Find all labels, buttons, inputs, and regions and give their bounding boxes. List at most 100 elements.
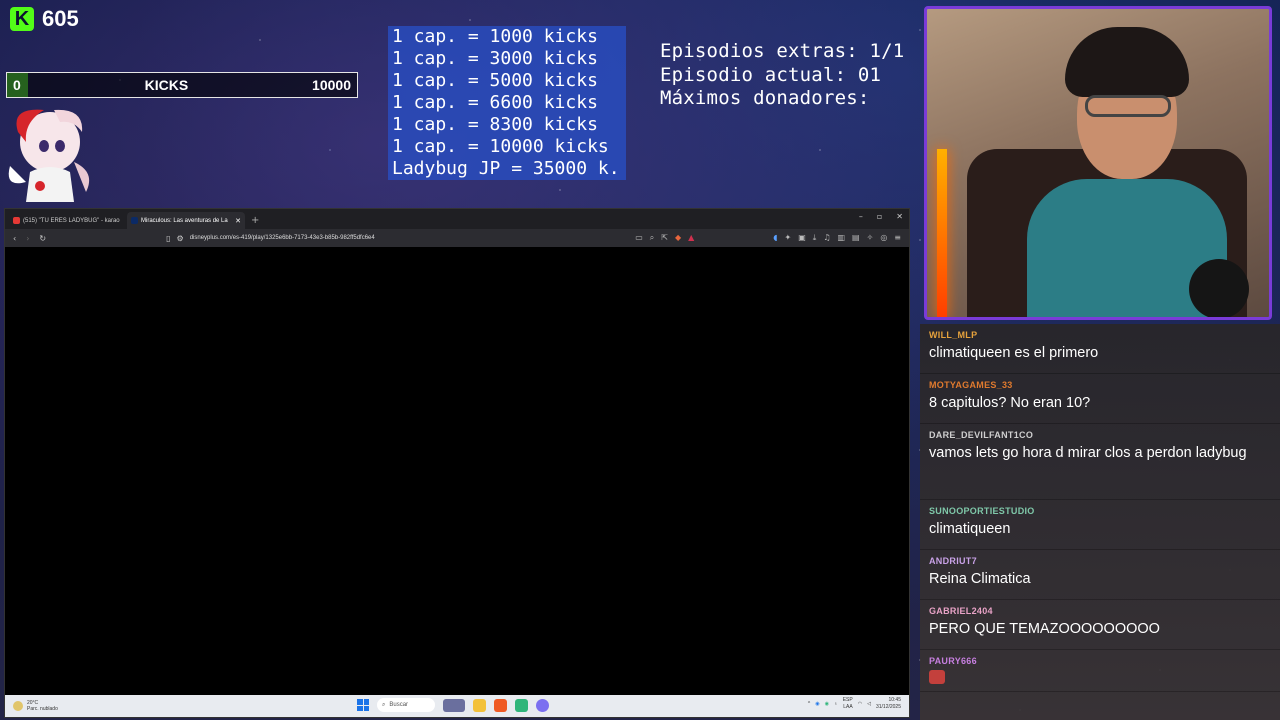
brave-shield-icon[interactable]: ◆ [675,233,681,243]
language-indicator[interactable]: ESP LAA [843,697,853,711]
search-icon: ⌕ [382,701,386,708]
episode-info: Episodios extras: 1/1 Episodio actual: 0… [660,40,904,111]
address-toolbar: ‹ › ↻ ▯ ⚙ disneyplus.com/es-419/play/132… [5,229,909,247]
task-view-app[interactable] [443,698,465,712]
weather-desc: Parc. nublado [27,706,58,712]
clock[interactable]: 10:45 31/12/2025 [876,697,901,711]
kick-count: 605 [42,6,79,31]
cast-icon[interactable]: ▭ [635,233,643,243]
share-icon[interactable]: ⇱ [661,233,668,243]
browser-tab-disney[interactable]: Miraculous: Las aventuras de La ✕ [127,212,245,229]
download-icon[interactable]: ⤓ [813,233,817,243]
chat-message: GABRIEL2404 PERO QUE TEMAZOOOOOOOOO [920,602,1280,650]
goal-line: 1 cap. = 10000 kicks [392,136,609,157]
wifi-icon[interactable]: ◠ [858,701,862,707]
windows-taskbar: 20°C Parc. nublado ⌕ Buscar ^ ◉ ◉ ♁ ESP … [5,695,909,717]
url-text: disneyplus.com/es-419/play/1325e6bb-7173… [189,235,375,241]
chat-panel: WILL_MLP climatiqueen es el primero MOTY… [920,324,1280,720]
close-tab-icon[interactable]: ✕ [235,217,241,225]
menu-icon[interactable]: ≡ [894,233,901,243]
media-icon[interactable]: ♫ [823,233,830,243]
screenshot-icon[interactable]: ▣ [798,233,806,243]
weather-widget[interactable]: 20°C Parc. nublado [5,700,58,712]
weather-icon [13,701,23,711]
bookmark-icon[interactable]: ▯ [166,234,170,243]
browser-tab-youtube[interactable]: (515) "TU ERES LADYBUG" - karao [9,212,127,229]
green-app[interactable] [515,698,528,712]
mic-tray-icon[interactable]: ♁ [834,701,838,707]
neon-light [937,149,947,317]
extensions-icon[interactable]: ✦ [785,233,792,243]
video-player[interactable] [5,247,909,695]
chat-message: WILL_MLP climatiqueen es el primero [920,326,1280,374]
streamer-hair [1065,27,1189,97]
goal-line: 1 cap. = 3000 kicks [392,48,598,69]
chat-username[interactable]: MOTYAGAMES_33 [929,380,1271,390]
minimize-button[interactable]: – [859,212,863,221]
chat-message: SUNOOPORTIESTUDIO climatiqueen [920,502,1280,550]
stream-overlay: K 605 0 KICKS 10000 1 cap. = 1000 kicks … [0,0,1280,720]
chat-message: MOTYAGAMES_33 8 capitulos? No eran 10? [920,376,1280,424]
file-explorer-app[interactable] [473,698,486,712]
chat-username[interactable]: GABRIEL2404 [929,606,1271,616]
chat-text: climatiqueen es el primero [929,345,1099,361]
streamer-glasses [1085,95,1171,117]
rewards-icon[interactable]: ▲ [688,233,694,243]
chat-message: PAURY666 [920,652,1280,692]
maximize-button[interactable]: ▫ [877,212,882,221]
lang-top: ESP [842,697,853,703]
current-episode: Episodio actual: 01 [660,63,882,86]
leo-icon[interactable]: ✧ [867,233,874,243]
audio-icon[interactable]: ◖ [773,233,777,243]
goal-line: 1 cap. = 5000 kicks [392,70,598,91]
chat-username[interactable]: ANDRIUT7 [929,556,1271,566]
chat-emote-icon [929,670,945,684]
url-field[interactable]: ▯ ⚙ disneyplus.com/es-419/play/1325e6bb-… [166,231,586,245]
forward-arrow-icon[interactable]: › [26,234,29,243]
chat-username[interactable]: SUNOOPORTIESTUDIO [929,506,1271,516]
mascot-sticker [8,109,90,202]
tab-title: Miraculous: Las aventuras de La [141,217,228,224]
kick-logo-icon: K [10,7,34,31]
disney-favicon-icon [131,217,138,224]
kick-counter: K 605 [10,6,79,32]
clock-time: 10:45 [888,697,901,703]
new-tab-button[interactable]: + [245,212,265,229]
discord-app[interactable] [536,698,549,712]
search-placeholder: Buscar [389,702,409,708]
wallet-icon[interactable]: ▤ [852,233,860,243]
zoom-icon[interactable]: ⌕ [650,233,654,243]
reload-icon[interactable]: ↻ [39,234,46,243]
start-button[interactable] [357,699,369,711]
taskbar-apps: ⌕ Buscar [357,698,549,712]
brave-browser-app[interactable] [494,698,507,712]
microphone [1189,259,1249,317]
chat-username[interactable]: PAURY666 [929,656,1271,666]
tray-chevron-icon[interactable]: ^ [808,701,810,707]
tab-bar: (515) "TU ERES LADYBUG" - karao Miraculo… [5,209,909,229]
close-window-button[interactable]: ✕ [896,212,903,221]
site-info-icon[interactable]: ⚙ [177,234,184,243]
system-tray: ^ ◉ ◉ ♁ ESP LAA ◠ ◁ 10:45 31/12/2025 [808,697,901,711]
chat-message: ANDRIUT7 Reina Climatica [920,552,1280,600]
chat-username[interactable]: DARE_DEVILFANT1CO [929,430,1271,440]
chat-text: vamos lets go hora d mirar clos a perdon… [929,445,1247,461]
goal-line: 1 cap. = 6600 kicks [392,92,598,113]
kick-bar-min: 0 [13,77,21,93]
youtube-favicon-icon [13,217,20,224]
chat-text: Reina Climatica [929,571,1031,587]
top-donors-heading: Máximos donadores: [660,87,870,109]
back-arrow-icon[interactable]: ‹ [13,234,16,243]
sidebar-icon[interactable]: ▥ [837,233,845,243]
browser-window: (515) "TU ERES LADYBUG" - karao Miraculo… [4,208,910,718]
extra-episodes: Episodios extras: 1/1 [660,40,905,62]
volume-icon[interactable]: ◁ [867,701,871,707]
webcam-feed [924,6,1272,320]
network-icon[interactable]: ◉ [815,701,819,707]
kick-goals-panel: 1 cap. = 1000 kicks 1 cap. = 3000 kicks … [388,26,626,180]
kick-bar-label: KICKS [144,77,189,93]
taskbar-search[interactable]: ⌕ Buscar [377,698,435,712]
vpn-icon[interactable]: ◎ [880,233,887,243]
chat-username[interactable]: WILL_MLP [929,330,1271,340]
tray-app-icon[interactable]: ◉ [825,701,829,707]
